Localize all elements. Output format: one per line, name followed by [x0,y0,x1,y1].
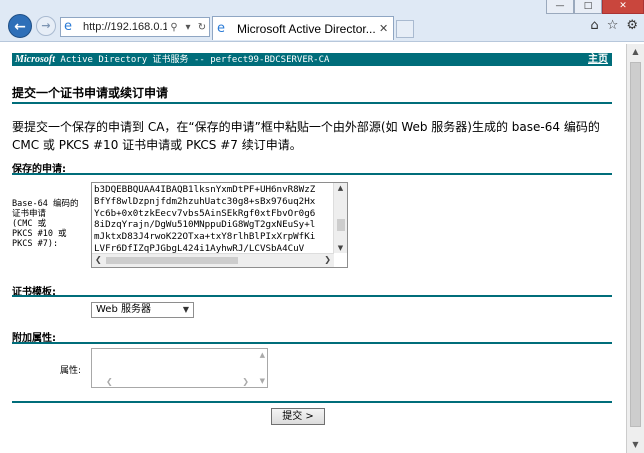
dropdown-icon[interactable]: ▾ [181,22,195,33]
scroll-down-icon[interactable]: ▼ [627,437,644,453]
new-tab-button[interactable] [396,20,414,38]
tab-active[interactable]: e Microsoft Active Director... ✕ [212,16,394,40]
submit-button[interactable]: 提交 > [271,408,325,425]
page-title: 提交一个证书申请或续订申请 [12,86,169,100]
minimize-icon[interactable]: — [546,0,574,14]
scrollbar-thumb[interactable] [337,219,345,231]
browser-tools: ⌂ ☆ ⚙ [590,18,638,33]
forward-arrow-icon[interactable]: → [36,16,56,36]
scroll-up-icon[interactable]: ▲ [627,44,644,60]
refresh-icon[interactable]: ↻ [195,22,209,33]
saved-request-divider [12,173,612,175]
scroll-left-icon[interactable]: ❮ [106,377,113,386]
favorites-star-icon[interactable]: ☆ [607,18,619,33]
saved-request-field-label: Base-64 编码的 证书申请 (CMC 或 PKCS #10 或 PKCS … [12,199,79,249]
banner-brand: Microsoft [15,54,55,65]
attributes-field-label: 属性: [60,366,82,376]
page-content: Microsoft Active Directory 证书服务 -- perfe… [0,44,626,453]
template-select[interactable]: Web 服务器 ▼ [91,302,194,318]
bottom-divider [12,401,612,403]
window-controls: — □ ✕ [546,0,644,14]
home-icon[interactable]: ⌂ [590,18,598,33]
page-vertical-scrollbar[interactable]: ▲ ▼ [626,44,644,453]
scroll-left-icon[interactable]: ❮ [95,255,102,264]
tab-title: Microsoft Active Director... [237,21,376,36]
close-icon[interactable]: ✕ [602,0,644,14]
header-banner: Microsoft Active Directory 证书服务 -- perfe… [12,53,612,66]
ie-logo-icon: e [64,19,72,34]
textarea-vertical-scrollbar[interactable]: ▲ ▼ [333,183,347,253]
textarea-horizontal-scrollbar[interactable]: ❮ ❯ [92,253,334,267]
scroll-down-icon[interactable]: ▼ [260,377,265,385]
title-divider [12,102,612,104]
address-url[interactable]: http://192.168.0.131/ [83,21,167,33]
template-selected-value: Web 服务器 [96,304,151,315]
attributes-divider [12,342,612,344]
scrollbar-thumb[interactable] [630,62,641,427]
scroll-right-icon[interactable]: ❯ [324,255,331,264]
saved-request-textarea[interactable]: b3DQEBBQUAA4IBAQB1lksnYxmDtPF+UH6nvR8WzZ… [91,182,348,268]
browser-chrome: — □ ✕ ← → e http://192.168.0.131/ ⚲ ▾ ↻ … [0,0,644,42]
ie-logo-icon: e [217,21,225,36]
close-tab-icon[interactable]: ✕ [379,22,393,35]
saved-request-content[interactable]: b3DQEBBQUAA4IBAQB1lksnYxmDtPF+UH6nvR8WzZ… [94,184,334,255]
back-arrow-icon[interactable]: ← [8,14,32,38]
maximize-icon[interactable]: □ [574,0,602,14]
banner-text: Active Directory 证书服务 -- perfect99-BDCSE… [55,55,330,65]
chevron-down-icon[interactable]: ▼ [180,304,192,316]
intro-text: 要提交一个保存的申请到 CA，在“保存的申请”框中粘贴一个由外部源(如 Web … [12,120,600,152]
scroll-up-icon[interactable]: ▲ [334,184,347,192]
attributes-textarea[interactable]: ▲ ▼ ❮ ❯ [91,348,268,388]
home-link[interactable]: 主页 [588,53,608,66]
scrollbar-thumb[interactable] [106,257,238,264]
scroll-down-icon[interactable]: ▼ [334,244,347,252]
search-icon[interactable]: ⚲ [167,22,181,33]
scroll-right-icon[interactable]: ❯ [242,377,249,386]
template-divider [12,295,612,297]
settings-gear-icon[interactable]: ⚙ [626,18,638,33]
address-bar[interactable]: e http://192.168.0.131/ ⚲ ▾ ↻ [60,17,210,37]
scroll-up-icon[interactable]: ▲ [260,351,265,359]
